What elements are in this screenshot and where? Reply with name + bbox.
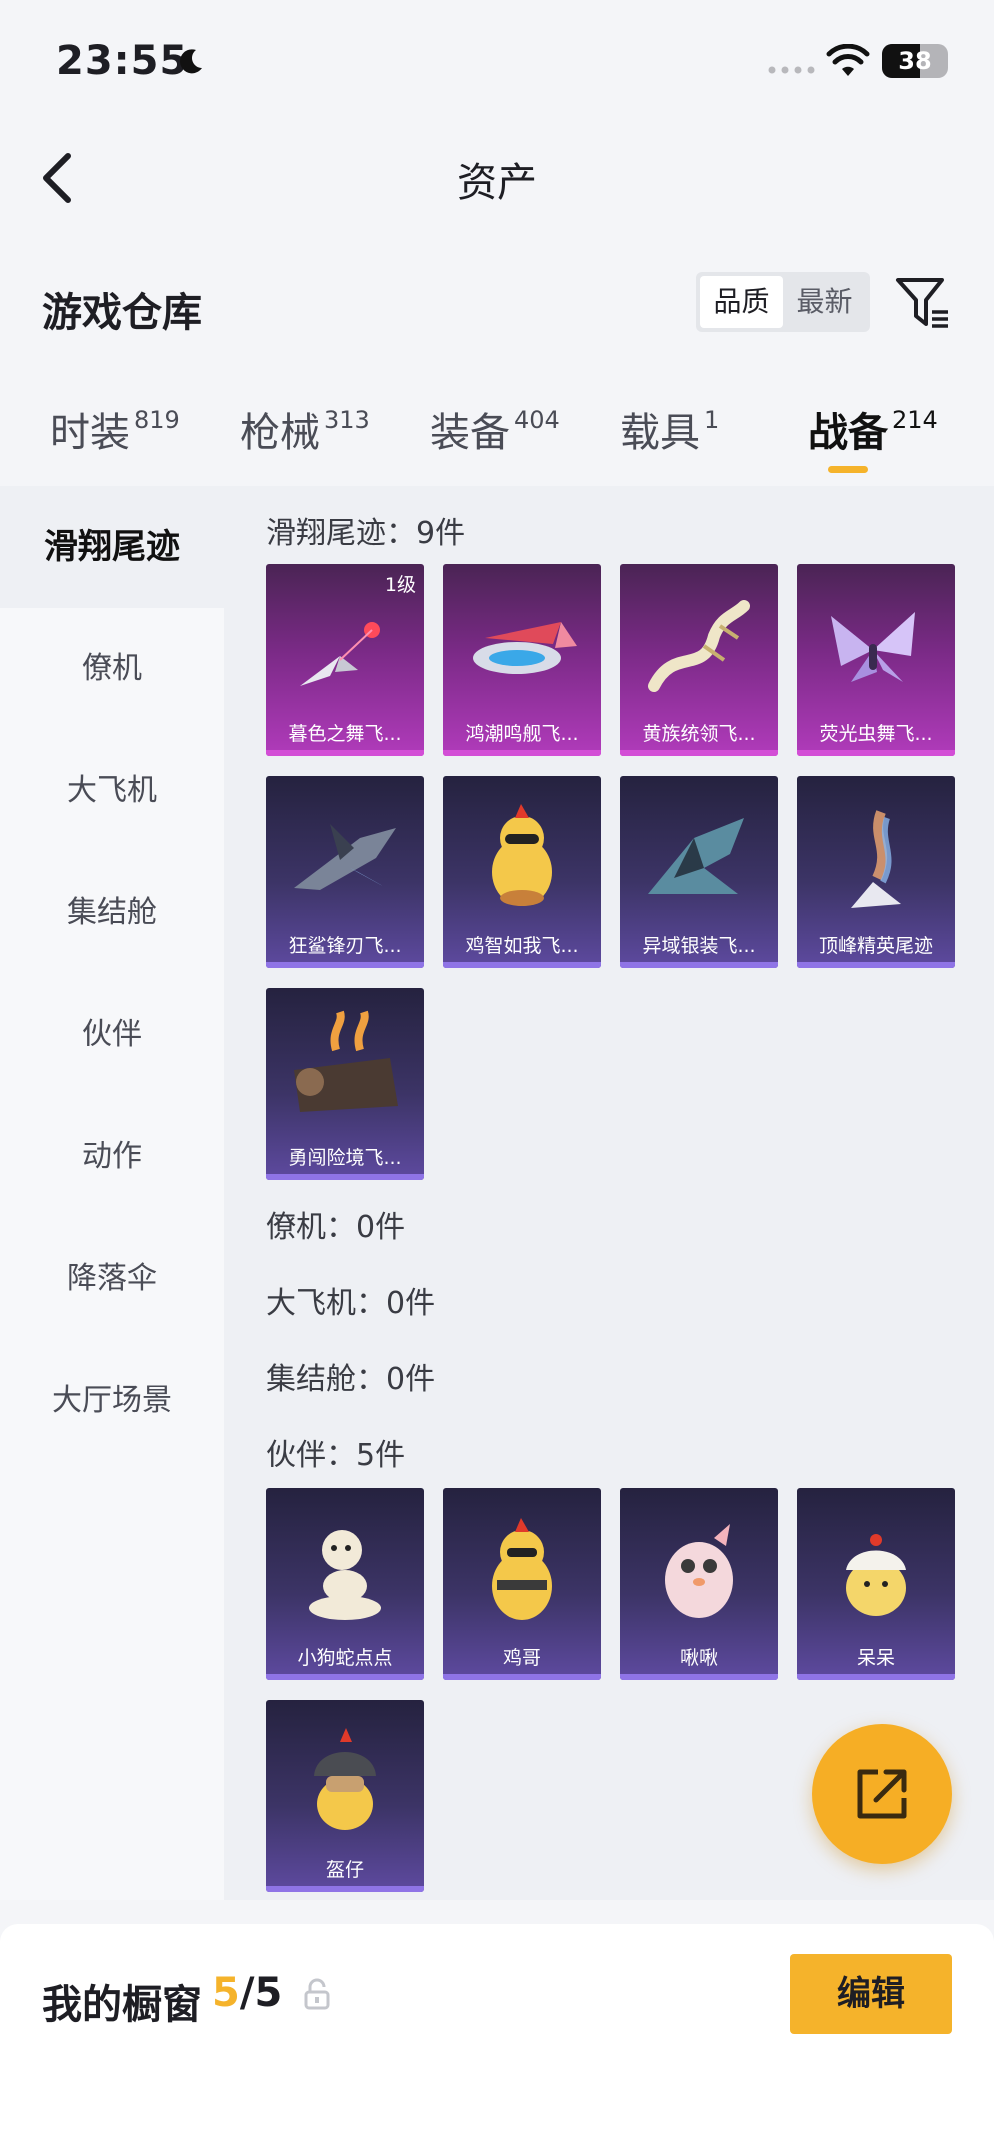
showcase-current: 5 — [212, 1970, 240, 2016]
item-card[interactable]: 鸡智如我飞... — [443, 776, 601, 968]
glide-trail-art — [831, 612, 915, 682]
wifi-icon — [826, 44, 870, 76]
tab-label: 战备 — [808, 410, 888, 456]
item-name: 暮色之舞飞... — [288, 723, 402, 745]
section-label-big-plane: 大飞机：0件 — [266, 1286, 436, 1321]
item-name: 盔仔 — [325, 1859, 364, 1881]
partner-snake-art — [309, 1530, 381, 1620]
status-time: 23:55 — [56, 38, 189, 84]
item-name: 啾啾 — [679, 1647, 718, 1669]
showcase-total: /5 — [239, 1970, 283, 2016]
item-name: 呆呆 — [856, 1647, 895, 1669]
item-name: 鸿潮鸣舰飞... — [465, 723, 579, 745]
sidebar: 滑翔尾迹 僚机 大飞机 集结舱 伙伴 动作 降落伞 大厅场景 — [0, 486, 224, 1900]
partner-helmet-chick-art — [314, 1728, 376, 1830]
glide-trail-art — [648, 818, 744, 894]
partner-chick-art — [846, 1534, 906, 1616]
item-name: 狂鲨锋刃飞... — [288, 935, 402, 957]
tab-count: 404 — [514, 406, 560, 434]
showcase-count: 5/5 — [212, 1970, 282, 2016]
glide-trail-art — [851, 810, 901, 908]
partner-bird-art — [665, 1524, 733, 1618]
sidebar-item-emote[interactable]: 动作 — [0, 1096, 224, 1218]
tab-count: 214 — [892, 406, 938, 434]
battery-level: 38 — [898, 47, 932, 75]
item-card[interactable]: 1级 暮色之舞飞... — [266, 564, 424, 756]
tab-label: 时装 — [50, 410, 130, 456]
lock-icon — [304, 1978, 330, 2010]
item-card[interactable]: 盔仔 — [266, 1700, 424, 1892]
item-name: 鸡哥 — [502, 1647, 541, 1669]
category-tabs: 时装 819 枪械 313 装备 404 载具 1 战备 214 — [0, 400, 994, 470]
item-card[interactable]: 鸿潮鸣舰飞... — [443, 564, 601, 756]
tab-label: 载具 — [620, 410, 700, 456]
warehouse-title: 游戏仓库 — [42, 290, 202, 336]
item-name: 黄族统领飞... — [642, 723, 756, 745]
edit-button[interactable]: 编辑 — [790, 1954, 952, 2034]
item-card[interactable]: 黄族统领飞... — [620, 564, 778, 756]
status-bar: 23:55 38 — [0, 0, 994, 110]
share-external-icon — [857, 1769, 907, 1819]
glide-trail-art — [648, 600, 750, 692]
tab-fashion[interactable]: 时装 819 — [50, 400, 180, 458]
item-level: 1级 — [384, 574, 416, 596]
sidebar-item-glide-trail[interactable]: 滑翔尾迹 — [0, 486, 224, 608]
active-tab-indicator — [828, 466, 868, 473]
item-name: 鸡智如我飞... — [465, 935, 579, 957]
sidebar-item-lobby-scene[interactable]: 大厅场景 — [0, 1340, 224, 1462]
tab-guns[interactable]: 枪械 313 — [240, 400, 370, 458]
section-label-glide: 滑翔尾迹：9件 — [266, 516, 466, 551]
battery-icon: 38 — [882, 44, 948, 78]
item-card[interactable]: 狂鲨锋刃飞... — [266, 776, 424, 968]
page-title: 资产 — [457, 160, 537, 206]
tab-count: 1 — [704, 406, 720, 434]
sidebar-item-pod[interactable]: 集结舱 — [0, 852, 224, 974]
sort-toggle: 品质 最新 — [696, 272, 870, 332]
item-name: 小狗蛇点点 — [297, 1647, 393, 1669]
glide-trail-art — [294, 824, 396, 890]
tab-label: 装备 — [430, 410, 510, 456]
item-name: 顶峰精英尾迹 — [818, 935, 933, 957]
signal-dots-icon — [768, 66, 815, 74]
sidebar-item-parachute[interactable]: 降落伞 — [0, 1218, 224, 1340]
partner-chicken-art — [492, 804, 552, 906]
moon-icon — [180, 49, 202, 74]
filter-icon[interactable] — [894, 276, 950, 330]
tab-count: 313 — [324, 406, 370, 434]
showcase-bar: 我的橱窗 5/5 编辑 — [0, 1924, 994, 2152]
item-card[interactable]: 呆呆 — [797, 1488, 955, 1680]
sidebar-item-partner[interactable]: 伙伴 — [0, 974, 224, 1096]
tab-vehicles[interactable]: 载具 1 — [620, 400, 719, 458]
showcase-label: 我的橱窗 — [42, 1982, 202, 2028]
section-label-partner: 伙伴：5件 — [266, 1438, 406, 1473]
sort-newest-option[interactable]: 最新 — [783, 276, 866, 328]
glide-trail-art — [473, 622, 577, 674]
partner-chicken-art — [492, 1518, 552, 1620]
glide-trail-art — [300, 622, 380, 686]
item-card[interactable]: 小狗蛇点点 — [266, 1488, 424, 1680]
item-name: 异域银装飞... — [642, 935, 756, 957]
item-card[interactable]: 顶峰精英尾迹 — [797, 776, 955, 968]
section-label-wingman: 僚机：0件 — [266, 1210, 406, 1245]
sidebar-item-wingman[interactable]: 僚机 — [0, 608, 224, 730]
section-label-pod: 集结舱：0件 — [266, 1362, 436, 1397]
tab-combat-gear[interactable]: 战备 214 — [808, 400, 938, 458]
sort-quality-option[interactable]: 品质 — [700, 276, 783, 328]
nav-bar: 资产 — [0, 120, 994, 230]
item-card[interactable]: 荧光虫舞飞... — [797, 564, 955, 756]
item-name: 勇闯险境飞... — [288, 1147, 402, 1169]
item-name: 荧光虫舞飞... — [819, 723, 933, 745]
item-card[interactable]: 勇闯险境飞... — [266, 988, 424, 1180]
tab-equipment[interactable]: 装备 404 — [430, 400, 560, 458]
tab-label: 枪械 — [240, 410, 320, 456]
share-button[interactable] — [812, 1724, 952, 1864]
item-card[interactable]: 啾啾 — [620, 1488, 778, 1680]
item-card[interactable]: 鸡哥 — [443, 1488, 601, 1680]
sidebar-item-big-plane[interactable]: 大飞机 — [0, 730, 224, 852]
item-card[interactable]: 异域银装飞... — [620, 776, 778, 968]
tab-count: 819 — [134, 406, 180, 434]
glide-trail-art — [294, 1010, 398, 1112]
